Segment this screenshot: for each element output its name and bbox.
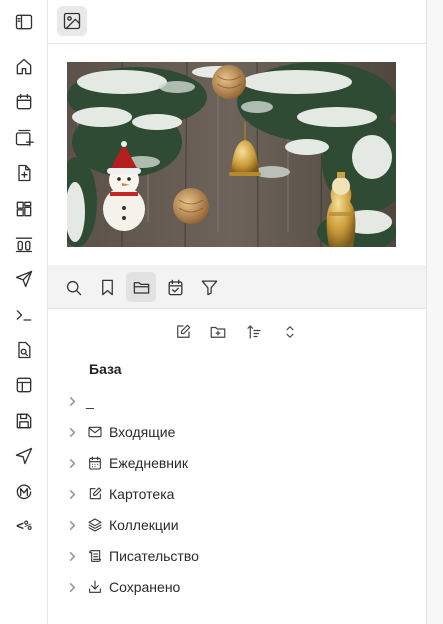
view-switcher (48, 265, 426, 309)
new-folder-icon (210, 326, 226, 338)
file-plus-icon (18, 164, 31, 182)
calendar-days-icon (86, 454, 104, 472)
side-pane: База _ Входящие Ежедневник Картотека Кол… (48, 0, 426, 624)
tasks-tab[interactable] (160, 272, 190, 302)
save-button[interactable] (10, 407, 38, 435)
new-note-button[interactable] (171, 320, 195, 344)
filter-icon (201, 280, 217, 295)
mail-icon (86, 423, 104, 441)
new-folder-button[interactable] (206, 320, 230, 344)
chevron-right-icon[interactable] (64, 424, 80, 440)
navigation-button[interactable] (10, 442, 38, 470)
editor-edge (427, 0, 443, 624)
tree-folder-inbox[interactable]: Входящие (64, 419, 404, 445)
home-button[interactable] (10, 53, 38, 81)
image-tab[interactable] (57, 6, 87, 36)
send-icon (15, 270, 33, 288)
card-plus-icon (15, 129, 34, 147)
folder-label: Писательство (109, 548, 199, 564)
medium-button[interactable] (10, 478, 38, 506)
bookmarks-tab[interactable] (92, 272, 122, 302)
home-icon (16, 58, 32, 75)
chevron-right-icon[interactable] (64, 548, 80, 564)
christmas-decorations-image (67, 62, 396, 247)
layout-button[interactable] (10, 371, 38, 399)
new-note-icon (177, 324, 191, 338)
search-tab[interactable] (58, 272, 88, 302)
save-icon (16, 413, 32, 429)
collapse-icon (286, 326, 294, 338)
tree-folder-underscore[interactable]: _ (64, 388, 404, 414)
sort-button[interactable] (242, 320, 266, 344)
double-zero-icon (15, 237, 33, 253)
file-search-button[interactable] (10, 336, 38, 364)
search-icon (66, 280, 81, 295)
left-ribbon: <% (0, 0, 48, 624)
send-button[interactable] (10, 265, 38, 293)
navigation-icon (15, 447, 33, 465)
templates-button[interactable] (10, 230, 38, 258)
image-icon (63, 12, 81, 30)
new-note-button[interactable] (10, 159, 38, 187)
sidebar-left-icon (15, 14, 33, 30)
folder-icon (133, 281, 149, 294)
new-card-button[interactable] (10, 124, 38, 152)
dashboard-button[interactable] (10, 195, 38, 223)
tree-folder-writing[interactable]: Писательство (64, 543, 404, 569)
sidebar-toggle-button[interactable] (10, 8, 38, 36)
folder-label: Картотека (109, 486, 175, 502)
collapse-all-button[interactable] (278, 320, 302, 344)
pane-header (48, 0, 426, 44)
layout-dashboard-icon (16, 201, 32, 217)
download-icon (86, 578, 104, 596)
chevron-right-icon[interactable] (64, 486, 80, 502)
layout-icon (16, 377, 32, 393)
tree-folder-saved[interactable]: Сохранено (64, 574, 404, 600)
chevron-right-icon[interactable] (64, 517, 80, 533)
folder-label: Коллекции (109, 517, 179, 533)
file-actions (48, 318, 426, 346)
chevron-right-icon[interactable] (64, 579, 80, 595)
folder-label: Ежедневник (109, 455, 188, 471)
m-circle-icon (16, 484, 32, 500)
code-button[interactable]: <% (10, 512, 38, 540)
chevron-right-icon[interactable] (64, 455, 80, 471)
tree-folder-collections[interactable]: Коллекции (64, 512, 404, 538)
files-tab[interactable] (126, 272, 156, 302)
folder-label: Сохранено (109, 579, 181, 595)
daily-note-button[interactable] (10, 88, 38, 116)
bookmark-icon (101, 279, 113, 295)
chevron-right-icon[interactable] (64, 393, 80, 409)
calendar-check-icon (168, 279, 182, 295)
sort-icon (247, 325, 261, 339)
layers-icon (86, 516, 104, 534)
scroll-icon (86, 547, 104, 565)
tree-folder-cards[interactable]: Картотека (64, 481, 404, 507)
code-label: <% (16, 518, 32, 534)
folder-label: Входящие (109, 424, 176, 440)
banner-image (67, 62, 396, 247)
tree-folder-diary[interactable]: Ежедневник (64, 450, 404, 476)
edit-icon (86, 485, 104, 503)
terminal-button[interactable] (10, 301, 38, 329)
terminal-icon (16, 310, 32, 321)
folder-label: _ (86, 393, 94, 409)
vault-name[interactable]: База (89, 361, 122, 377)
file-search-icon (18, 341, 31, 359)
filter-tab[interactable] (194, 272, 224, 302)
calendar-icon (16, 93, 32, 110)
